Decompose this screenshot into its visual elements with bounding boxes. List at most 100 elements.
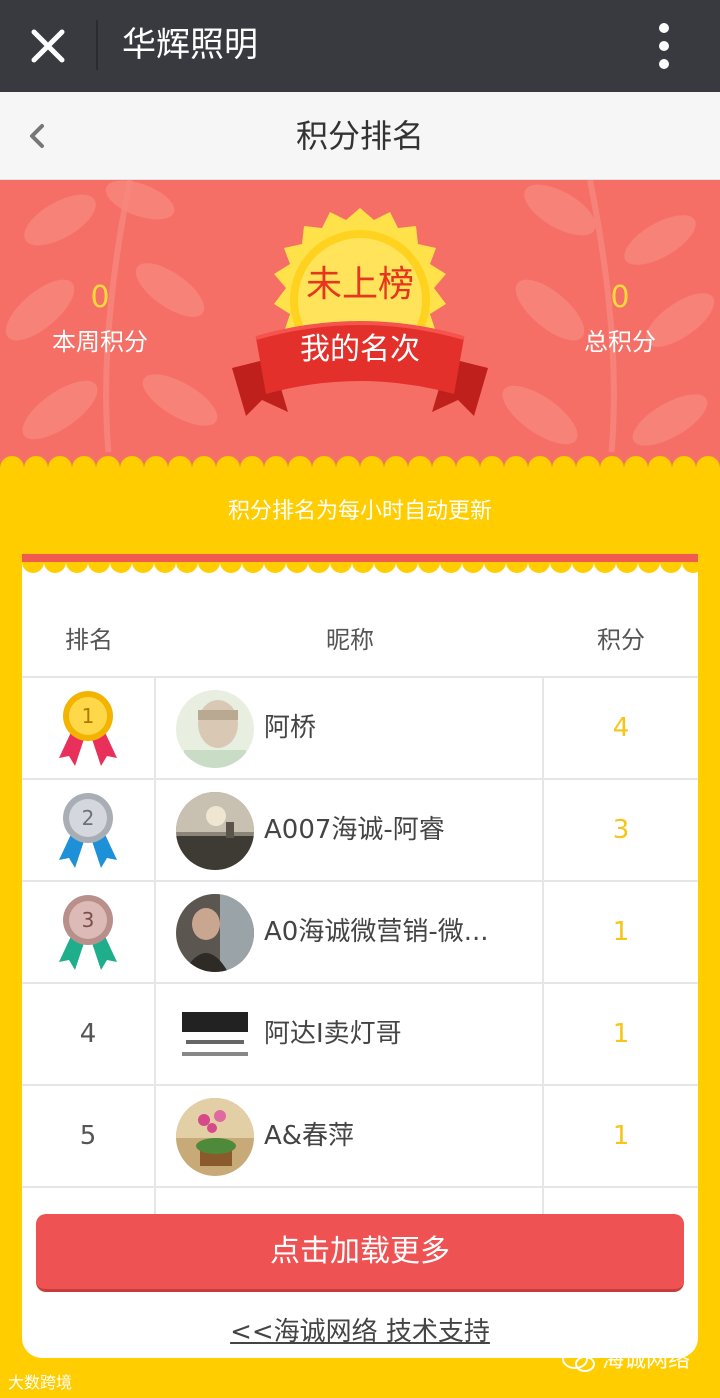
card-scallop-dot	[330, 562, 352, 573]
watermark-left: 大数跨境	[8, 1373, 73, 1392]
nickname-cell: A0海诚微营销-微...	[156, 882, 544, 982]
card-scallop-dot	[550, 562, 572, 573]
card-scallop-dot	[528, 562, 550, 573]
card-scallop-dot	[198, 562, 220, 573]
table-row[interactable]: 1 阿桥 4	[22, 676, 698, 778]
card-scallop-dot	[220, 562, 242, 573]
card-scallop-dot	[176, 562, 198, 573]
card-scallop-dot	[22, 562, 44, 573]
points-value: 4	[612, 713, 630, 743]
card-scallop-dot	[66, 562, 88, 573]
my-rank-value: 未上榜	[305, 264, 414, 305]
avatar	[176, 690, 254, 768]
nickname-cell: 阿达I卖灯哥	[156, 984, 544, 1084]
wechat-title-bar: 华辉照明	[0, 0, 720, 92]
card-top-border	[22, 554, 698, 562]
rank-cell: 4	[22, 984, 156, 1084]
svg-text:1: 1	[82, 704, 95, 728]
table-row[interactable]: 3 A0海诚微营销-微... 1	[22, 880, 698, 982]
card-scallop-dot	[154, 562, 176, 573]
watermark-right-text: 海诚网络	[602, 1348, 691, 1373]
page-title: 积分排名	[295, 117, 424, 155]
app-title: 华辉照明	[122, 25, 258, 65]
header-points: 积分	[597, 626, 645, 654]
card-scallop-dot	[616, 562, 638, 573]
svg-text:2: 2	[82, 806, 95, 830]
card-scallop-dot	[638, 562, 660, 573]
tech-support-text[interactable]: <<海诚网络 技术支持	[230, 1317, 490, 1347]
avatar	[176, 792, 254, 870]
svg-text:3: 3	[82, 908, 95, 932]
update-notice: 积分排名为每小时自动更新	[227, 499, 492, 524]
ranking-table-card: 排名 昵称 积分 1 阿桥 4 2 A007海诚-阿睿 3 3 A0海诚微营销-…	[22, 562, 698, 1358]
more-vertical-icon[interactable]	[646, 18, 682, 74]
weekly-points-value: 0	[90, 280, 110, 315]
wechat-icon	[562, 1349, 595, 1372]
total-points-stat: 0 总积分	[540, 278, 700, 360]
weekly-points-stat: 0 本周积分	[20, 278, 180, 360]
card-scallop-dot	[352, 562, 374, 573]
card-scallop-dot	[440, 562, 462, 573]
table-header: 排名 昵称 积分	[22, 608, 698, 672]
watermark-right: 海诚网络	[562, 1346, 690, 1376]
card-scallop-dot	[506, 562, 528, 573]
rank-cell: 2	[22, 780, 156, 880]
total-points-label: 总积分	[584, 328, 656, 356]
bronze-medal-icon: 3	[59, 895, 117, 970]
scallop-edge	[0, 452, 720, 476]
points-value: 1	[612, 1019, 630, 1049]
nickname-cell: A&春萍	[156, 1086, 544, 1186]
points-value: 1	[612, 1121, 630, 1151]
header-rank: 排名	[65, 626, 113, 654]
card-scallop-dot	[396, 562, 418, 573]
card-scallop-dot	[110, 562, 132, 573]
logo-avatar	[176, 996, 254, 1074]
card-scallop-dot	[484, 562, 506, 573]
table-row[interactable]: 5 A&春萍 1	[22, 1084, 698, 1186]
points-value: 1	[612, 917, 630, 947]
card-scallop-dot	[418, 562, 440, 573]
rank-cell: 3	[22, 882, 156, 982]
chevron-left-icon[interactable]	[18, 116, 58, 156]
nickname: 阿达I卖灯哥	[264, 1019, 402, 1049]
ranking-rows: 1 阿桥 4 2 A007海诚-阿睿 3 3 A0海诚微营销-微... 1 4 …	[22, 676, 698, 1228]
avatar	[176, 894, 254, 972]
nickname-cell: A007海诚-阿睿	[156, 780, 544, 880]
table-row[interactable]: 4 阿达I卖灯哥 1	[22, 982, 698, 1084]
title-separator	[96, 20, 98, 70]
card-scallop-dot	[374, 562, 396, 573]
my-rank-label: 我的名次	[300, 332, 420, 367]
close-icon[interactable]	[18, 16, 78, 76]
avatar	[176, 1098, 254, 1176]
card-scallop-dot	[682, 562, 698, 573]
tech-support-link[interactable]: <<海诚网络 技术支持	[22, 1314, 698, 1350]
card-scallop-dot	[572, 562, 594, 573]
card-scallop-dot	[660, 562, 682, 573]
header-nickname: 昵称	[326, 626, 374, 654]
nickname: A0海诚微营销-微...	[264, 917, 489, 947]
card-scallop-dot	[462, 562, 484, 573]
silver-medal-icon: 2	[59, 793, 117, 868]
rank-cell: 5	[22, 1086, 156, 1186]
nickname: A&春萍	[264, 1121, 355, 1151]
card-scallop-dot	[594, 562, 616, 573]
card-scallop-dot	[132, 562, 154, 573]
card-scallop-dot	[308, 562, 330, 573]
card-scallop-edge	[22, 562, 698, 573]
card-scallop-dot	[264, 562, 286, 573]
table-row[interactable]: 2 A007海诚-阿睿 3	[22, 778, 698, 880]
points-value: 3	[612, 815, 630, 845]
card-scallop-dot	[88, 562, 110, 573]
nickname-cell: 阿桥	[156, 678, 544, 778]
rank-cell: 1	[22, 678, 156, 778]
gold-medal-icon: 1	[59, 691, 117, 766]
nickname: A007海诚-阿睿	[264, 815, 445, 845]
card-scallop-dot	[44, 562, 66, 573]
total-points-value: 0	[610, 280, 630, 315]
points-summary-banner: 0 本周积分 未上榜 我的名次 0 总积分	[0, 180, 720, 468]
weekly-points-label: 本周积分	[52, 328, 148, 356]
nickname: 阿桥	[264, 713, 317, 743]
card-scallop-dot	[242, 562, 264, 573]
load-more-button[interactable]: 点击加载更多	[36, 1214, 684, 1292]
card-scallop-dot	[286, 562, 308, 573]
